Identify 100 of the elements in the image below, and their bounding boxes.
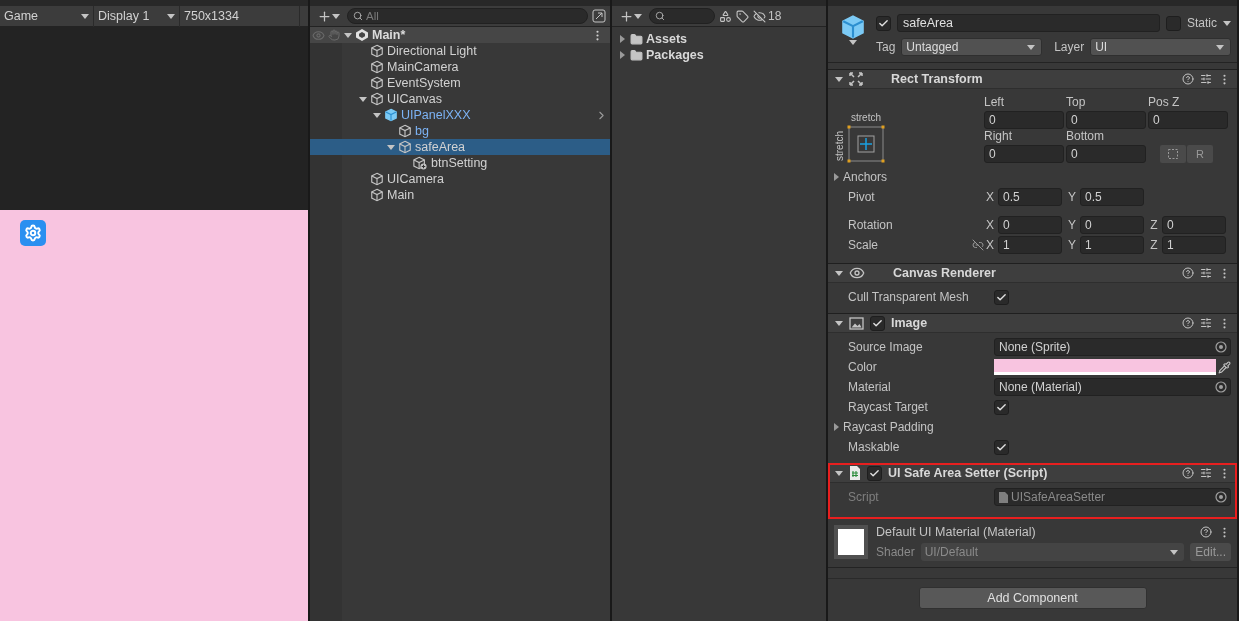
hierarchy-item[interactable]: EventSystem	[310, 75, 610, 91]
hierarchy-item[interactable]: Directional Light	[310, 43, 610, 59]
hierarchy-item[interactable]: btnSetting	[310, 155, 610, 171]
axis-label: X	[985, 238, 995, 252]
eye-icon	[849, 265, 865, 281]
number-field[interactable]: 1	[1162, 236, 1226, 254]
unity-logo-icon	[355, 28, 369, 42]
enable-checkbox[interactable]	[867, 465, 882, 481]
number-field[interactable]: 1	[1080, 236, 1144, 254]
project-folder[interactable]: Assets	[612, 31, 826, 47]
hierarchy-item[interactable]: UICanvas	[310, 91, 610, 107]
anchor-preset-icon[interactable]	[847, 125, 885, 163]
resolution-label: 750x1334	[180, 5, 300, 27]
hierarchy-item[interactable]: Main	[310, 187, 610, 203]
number-field[interactable]: 0	[1066, 111, 1146, 129]
property-label: Cull Transparent Mesh	[848, 290, 970, 304]
scene-header[interactable]: Main*	[310, 27, 610, 43]
project-folder[interactable]: Packages	[612, 47, 826, 63]
name-field[interactable]: safeArea	[897, 14, 1160, 32]
field-label: Pos Z	[1148, 95, 1181, 111]
folder-icon	[630, 48, 643, 62]
hierarchy-item[interactable]: UICamera	[310, 171, 610, 187]
hierarchy-item[interactable]: safeArea	[310, 139, 610, 155]
property-label: Rotation	[848, 218, 894, 232]
help-icon[interactable]	[1182, 467, 1194, 479]
axis-label: Y	[1067, 190, 1077, 204]
number-field[interactable]: 0.5	[998, 188, 1062, 206]
preset-icon[interactable]	[1200, 317, 1212, 329]
number-field[interactable]: 0	[984, 111, 1064, 129]
number-field[interactable]: 0	[1080, 216, 1144, 234]
preset-icon[interactable]	[1200, 73, 1212, 85]
active-checkbox[interactable]	[876, 15, 891, 31]
color-field[interactable]	[994, 359, 1216, 375]
static-checkbox[interactable]	[1166, 15, 1181, 31]
number-field[interactable]: 0	[984, 145, 1064, 163]
search-icon	[353, 11, 363, 21]
toolbar-dropdown[interactable]: Display 1	[94, 5, 180, 27]
property-label: Color	[848, 360, 878, 374]
hierarchy-item[interactable]: bg	[310, 123, 610, 139]
checkbox[interactable]	[994, 439, 1009, 455]
type-filter-icon[interactable]	[719, 9, 732, 23]
object-field[interactable]: None (Material)	[994, 378, 1231, 396]
checkbox[interactable]	[994, 289, 1009, 305]
number-field[interactable]: 0	[1066, 145, 1146, 163]
enable-checkbox[interactable]	[870, 315, 885, 331]
number-field[interactable]: 0	[1162, 216, 1226, 234]
number-field[interactable]: 0.5	[1080, 188, 1144, 206]
hierarchy-item[interactable]: MainCamera	[310, 59, 610, 75]
checkbox[interactable]	[994, 399, 1009, 415]
rect-transform-icon	[849, 72, 863, 86]
layer-label: Layer	[1054, 40, 1085, 54]
toolbar-dropdown[interactable]: Game	[0, 5, 94, 27]
unlinked-icon[interactable]	[971, 239, 984, 251]
component-header[interactable]: Rect Transform	[828, 69, 1237, 89]
hidden-packages-button[interactable]: 18	[753, 7, 782, 25]
blueprint-button[interactable]	[1160, 145, 1186, 163]
object-picker-icon[interactable]	[1215, 381, 1227, 393]
help-icon[interactable]	[1182, 267, 1194, 279]
component-header[interactable]: Canvas Renderer	[828, 263, 1237, 283]
object-picker-icon[interactable]	[1215, 491, 1227, 503]
axis-label: Z	[1149, 238, 1159, 252]
component-header[interactable]: Image	[828, 313, 1237, 333]
help-icon[interactable]	[1200, 526, 1212, 538]
search-field[interactable]	[649, 8, 715, 24]
foldout-label[interactable]: Raycast Padding	[834, 420, 994, 434]
help-icon[interactable]	[1182, 73, 1194, 85]
scene-search-icon[interactable]	[592, 9, 606, 23]
property-label: Pivot	[848, 190, 876, 204]
eyedropper-icon[interactable]	[1218, 360, 1231, 374]
foldout-label[interactable]: Anchors	[834, 170, 994, 184]
object-picker-icon[interactable]	[1215, 341, 1227, 353]
cube-icon	[370, 92, 384, 106]
cube-icon	[370, 76, 384, 90]
label-filter-icon[interactable]	[736, 9, 749, 23]
hierarchy-item[interactable]: UIPanelXXX	[310, 107, 610, 123]
number-field[interactable]: 1	[998, 236, 1062, 254]
search-icon	[655, 11, 665, 21]
checkmark-icon	[996, 401, 1007, 413]
settings-button[interactable]	[20, 220, 46, 246]
axis-label: X	[985, 190, 995, 204]
preset-icon[interactable]	[1200, 467, 1212, 479]
layer-dropdown[interactable]: UI	[1090, 38, 1231, 56]
help-icon[interactable]	[1182, 317, 1194, 329]
number-field[interactable]: 0	[998, 216, 1062, 234]
property-label: Material	[848, 380, 892, 394]
checkmark-icon	[996, 291, 1007, 303]
cube-icon	[370, 172, 384, 186]
component-header[interactable]: UI Safe Area Setter (Script)	[828, 463, 1237, 483]
property-label: Scale	[848, 238, 880, 252]
add-component-button[interactable]: Add Component	[918, 587, 1147, 609]
tag-dropdown[interactable]: Untagged	[901, 38, 1043, 56]
property-label: Source Image	[848, 340, 924, 354]
settings-icon	[24, 224, 42, 242]
number-field[interactable]: 0	[1148, 111, 1228, 129]
eye-slash-icon	[753, 9, 766, 23]
preset-icon[interactable]	[1200, 267, 1212, 279]
axis-label: Y	[1067, 218, 1077, 232]
tag-label: Tag	[876, 40, 896, 54]
object-field[interactable]: None (Sprite)	[994, 338, 1231, 356]
field-label: Right	[984, 129, 1013, 145]
